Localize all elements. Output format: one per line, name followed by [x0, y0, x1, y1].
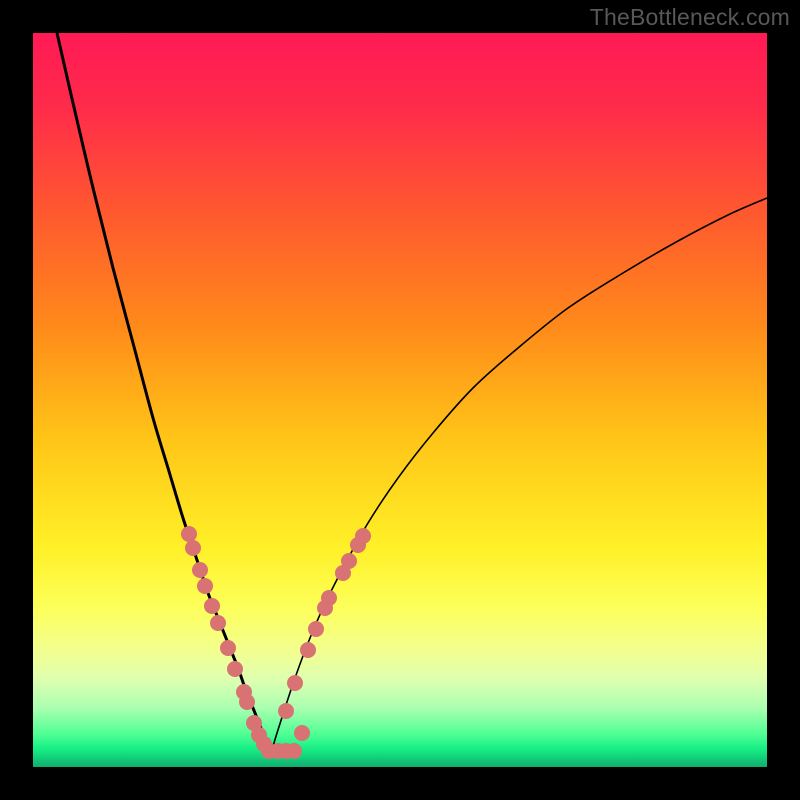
data-point — [308, 621, 324, 637]
data-point — [294, 725, 310, 741]
data-point — [220, 640, 236, 656]
data-point — [355, 528, 371, 544]
data-points-group — [181, 526, 371, 759]
data-point — [210, 615, 226, 631]
data-point — [287, 675, 303, 691]
data-point — [321, 590, 337, 606]
data-point — [227, 661, 243, 677]
data-point — [278, 703, 294, 719]
curve-layer — [33, 33, 767, 767]
data-point — [181, 526, 197, 542]
data-point — [341, 553, 357, 569]
left-curve — [57, 33, 271, 753]
data-point — [286, 743, 302, 759]
plot-frame — [33, 33, 767, 767]
data-point — [239, 694, 255, 710]
watermark-text: TheBottleneck.com — [590, 4, 790, 31]
right-curve — [271, 198, 767, 753]
data-point — [192, 562, 208, 578]
data-point — [204, 598, 220, 614]
data-point — [300, 642, 316, 658]
data-point — [185, 540, 201, 556]
data-point — [197, 578, 213, 594]
